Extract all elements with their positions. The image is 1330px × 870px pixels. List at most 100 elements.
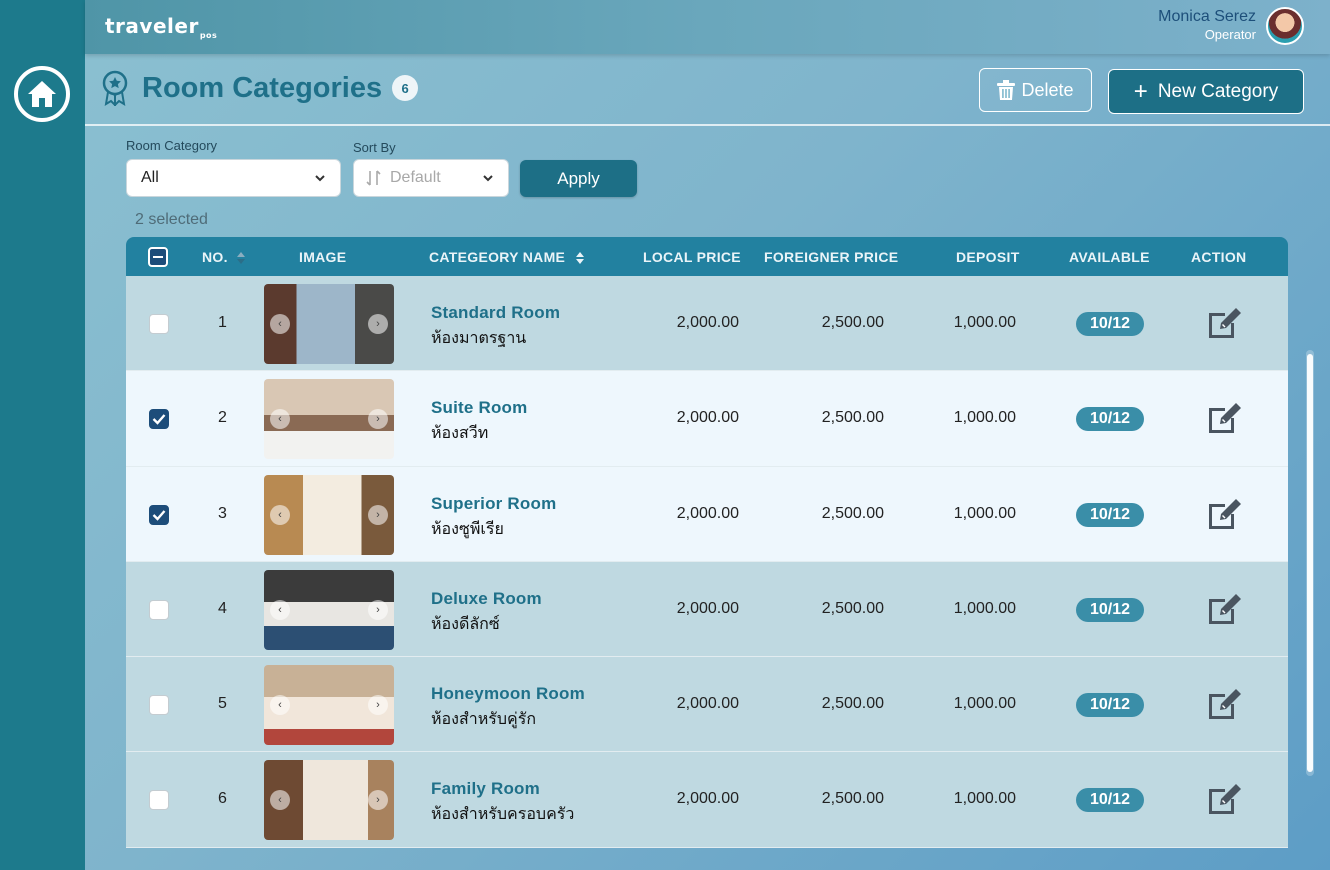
room-category-select[interactable]: All bbox=[126, 159, 341, 197]
chevron-right-icon[interactable]: › bbox=[368, 599, 388, 620]
edit-icon[interactable] bbox=[1206, 400, 1244, 436]
room-image[interactable]: ‹ › bbox=[264, 665, 394, 746]
row-checkbox[interactable] bbox=[149, 504, 169, 525]
category-name-en[interactable]: Standard Room bbox=[431, 303, 560, 323]
user-role: Operator bbox=[1204, 27, 1256, 42]
avatar[interactable] bbox=[1266, 7, 1304, 45]
edit-icon[interactable] bbox=[1206, 496, 1244, 532]
select-all-checkbox[interactable] bbox=[148, 247, 168, 267]
new-category-label: New Category bbox=[1157, 80, 1279, 102]
row-checkbox[interactable] bbox=[149, 695, 169, 716]
table-row[interactable]: 4 ‹ › Deluxe Room ห้องดีลักซ์ 2,000.00 2… bbox=[126, 561, 1288, 658]
room-category-label: Room Category bbox=[126, 138, 218, 153]
category-name-en[interactable]: Deluxe Room bbox=[431, 589, 542, 609]
category-name-en[interactable]: Suite Room bbox=[431, 398, 527, 418]
sort-by-select[interactable]: Default bbox=[353, 159, 509, 197]
deposit: 1,000.00 bbox=[953, 314, 1016, 331]
chevron-right-icon[interactable]: › bbox=[368, 695, 388, 716]
table-row[interactable]: 2 ‹ › Suite Room ห้องสวีท 2,000.00 2,500… bbox=[126, 371, 1288, 467]
sort-by-label: Sort By bbox=[353, 140, 396, 155]
header-category-name-label: CATEGEORY NAME bbox=[429, 249, 566, 265]
category-name-en[interactable]: Superior Room bbox=[431, 494, 556, 514]
edit-icon[interactable] bbox=[1206, 781, 1244, 817]
row-checkbox[interactable] bbox=[149, 314, 169, 334]
room-image[interactable]: ‹ › bbox=[264, 474, 394, 555]
user-info[interactable]: Monica Serez Operator bbox=[1158, 8, 1256, 42]
local-price: 2,000.00 bbox=[676, 504, 739, 522]
row-checkbox[interactable] bbox=[149, 599, 169, 620]
logo-text: traveler bbox=[105, 14, 199, 38]
availability-badge: 10/12 bbox=[1076, 788, 1144, 813]
edit-icon[interactable] bbox=[1206, 591, 1244, 627]
chevron-left-icon[interactable]: ‹ bbox=[270, 409, 290, 430]
chevron-right-icon[interactable]: › bbox=[368, 504, 388, 525]
room-categories-table: NO. IMAGE CATEGEORY NAME LOCAL PRICE FOR… bbox=[126, 237, 1288, 848]
room-category-value: All bbox=[141, 169, 159, 186]
row-number: 4 bbox=[218, 599, 227, 617]
availability-badge: 10/12 bbox=[1076, 502, 1144, 527]
header-no-label: NO. bbox=[202, 249, 228, 265]
chevron-left-icon[interactable]: ‹ bbox=[270, 599, 290, 620]
delete-button[interactable]: Delete bbox=[979, 68, 1092, 112]
chevron-right-icon[interactable]: › bbox=[368, 314, 388, 334]
header-category-name[interactable]: CATEGEORY NAME bbox=[429, 249, 585, 265]
category-name-th: ห้องสำหรับครอบครัว bbox=[431, 806, 575, 824]
table-row[interactable]: 5 ‹ › Honeymoon Room ห้องสำหรับคู่รัก 2,… bbox=[126, 657, 1288, 753]
row-checkbox[interactable] bbox=[149, 409, 169, 430]
header-divider bbox=[85, 124, 1330, 126]
home-icon bbox=[28, 81, 56, 107]
sort-by-value: Default bbox=[390, 169, 441, 186]
sort-arrows-icon bbox=[576, 252, 585, 265]
category-name-en[interactable]: Honeymoon Room bbox=[431, 684, 585, 704]
table-row[interactable]: 6 ‹ › Family Room ห้องสำหรับครอบครัว 2,0… bbox=[126, 752, 1288, 848]
header-action: ACTION bbox=[1191, 249, 1247, 265]
deposit: 1,000.00 bbox=[953, 695, 1016, 713]
category-name-th: ห้องมาตรฐาน bbox=[431, 330, 527, 347]
edit-icon[interactable] bbox=[1206, 305, 1244, 341]
room-image[interactable]: ‹ › bbox=[264, 760, 394, 841]
room-image[interactable]: ‹ › bbox=[264, 379, 394, 460]
apply-button[interactable]: Apply bbox=[520, 160, 637, 197]
foreigner-price: 2,500.00 bbox=[821, 504, 884, 522]
chevron-left-icon[interactable]: ‹ bbox=[270, 790, 290, 811]
scrollbar-thumb[interactable] bbox=[1307, 354, 1313, 772]
chevron-left-icon[interactable]: ‹ bbox=[270, 314, 290, 334]
category-name-en[interactable]: Family Room bbox=[431, 779, 540, 799]
chevron-down-icon bbox=[315, 175, 325, 182]
new-category-button[interactable]: + New Category bbox=[1108, 69, 1304, 114]
availability-badge: 10/12 bbox=[1076, 312, 1144, 336]
chevron-left-icon[interactable]: ‹ bbox=[270, 504, 290, 525]
availability-badge: 10/12 bbox=[1076, 693, 1144, 718]
chevron-right-icon[interactable]: › bbox=[368, 790, 388, 811]
edit-icon[interactable] bbox=[1206, 686, 1244, 722]
deposit: 1,000.00 bbox=[953, 409, 1016, 427]
row-checkbox[interactable] bbox=[149, 790, 169, 811]
chevron-left-icon[interactable]: ‹ bbox=[270, 695, 290, 716]
header-available: AVAILABLE bbox=[1069, 249, 1150, 265]
local-price: 2,000.00 bbox=[676, 790, 739, 808]
room-image[interactable]: ‹ › bbox=[264, 284, 394, 364]
availability-badge: 10/12 bbox=[1076, 407, 1144, 432]
local-price: 2,000.00 bbox=[676, 409, 739, 427]
local-price: 2,000.00 bbox=[676, 599, 739, 617]
availability-badge: 10/12 bbox=[1076, 597, 1144, 622]
chevron-down-icon bbox=[483, 175, 493, 182]
table-row[interactable]: 1 ‹ › Standard Room ห้องมาตรฐาน 2,000.00… bbox=[126, 276, 1288, 372]
row-number: 6 bbox=[218, 790, 227, 808]
category-count-badge: 6 bbox=[392, 75, 419, 101]
app-logo[interactable]: travelerpos bbox=[105, 14, 217, 40]
table-row[interactable]: 3 ‹ › Superior Room ห้องซูพีเรีย 2,000.0… bbox=[126, 466, 1288, 562]
foreigner-price: 2,500.00 bbox=[821, 790, 884, 808]
trash-icon bbox=[997, 80, 1016, 100]
home-button[interactable] bbox=[14, 66, 70, 122]
room-image[interactable]: ‹ › bbox=[264, 569, 394, 650]
user-name: Monica Serez bbox=[1158, 8, 1256, 25]
row-number: 5 bbox=[218, 695, 227, 713]
row-number: 3 bbox=[218, 504, 227, 522]
chevron-right-icon[interactable]: › bbox=[368, 409, 388, 430]
sort-icon bbox=[366, 170, 381, 186]
header-no[interactable]: NO. bbox=[202, 249, 246, 265]
sidebar bbox=[0, 0, 85, 870]
header-foreigner-price: FOREIGNER PRICE bbox=[764, 249, 899, 265]
foreigner-price: 2,500.00 bbox=[821, 695, 884, 713]
